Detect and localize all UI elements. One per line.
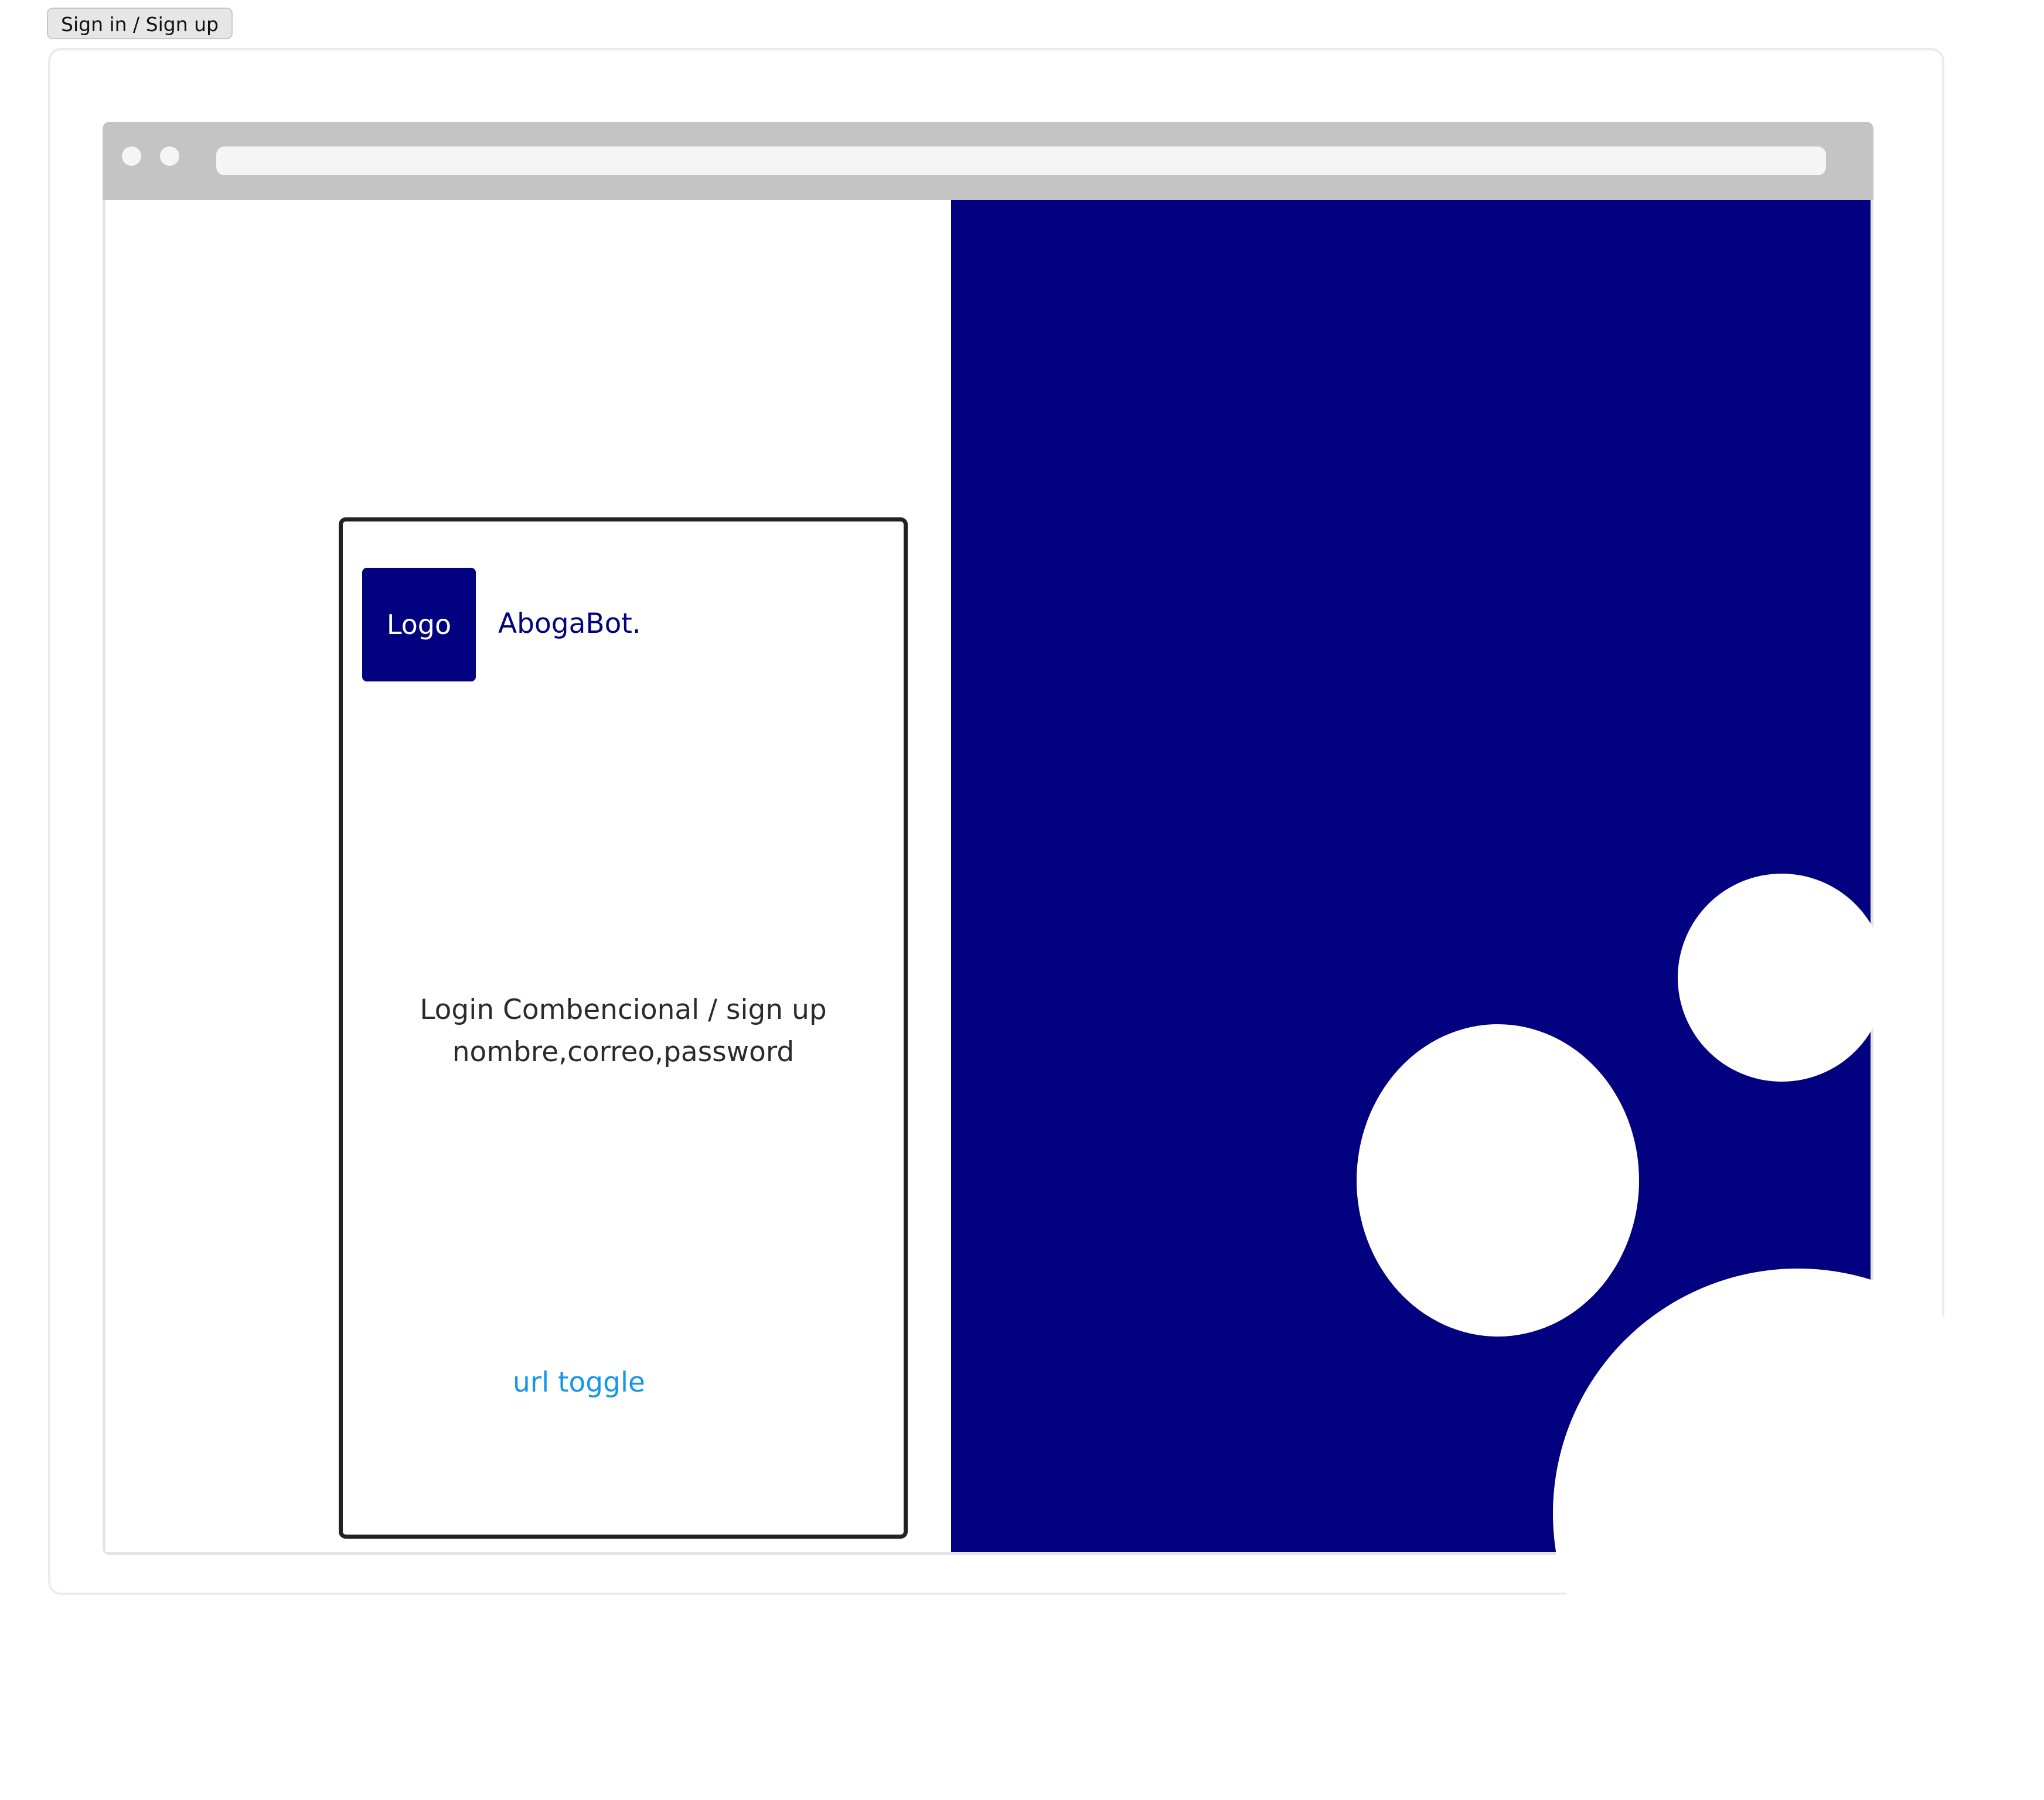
- url-toggle-link[interactable]: url toggle: [513, 1365, 645, 1400]
- form-placeholder-line: nombre,correo,password: [452, 1036, 795, 1068]
- page-content: Logo AbogaBot. Login Combencional / sign…: [105, 200, 1886, 1552]
- frame-tab[interactable]: Sign in / Sign up: [47, 8, 233, 39]
- decorative-circle: [1553, 1269, 2043, 1758]
- form-placeholder-line: Login Combencional / sign up: [420, 994, 827, 1026]
- logo: Logo: [362, 568, 476, 681]
- brand-name: AbogaBot.: [498, 608, 641, 640]
- window-dot-icon: [122, 146, 141, 166]
- window-dot-icon: [160, 146, 179, 166]
- decorative-circle: [1678, 874, 1886, 1082]
- browser-toolbar: [103, 122, 1873, 200]
- login-card: Logo AbogaBot. Login Combencional / sign…: [339, 517, 908, 1539]
- decorative-circle: [1357, 1024, 1639, 1337]
- form-placeholder: Login Combencional / sign up nombre,corr…: [343, 989, 904, 1073]
- address-bar[interactable]: [216, 146, 1826, 175]
